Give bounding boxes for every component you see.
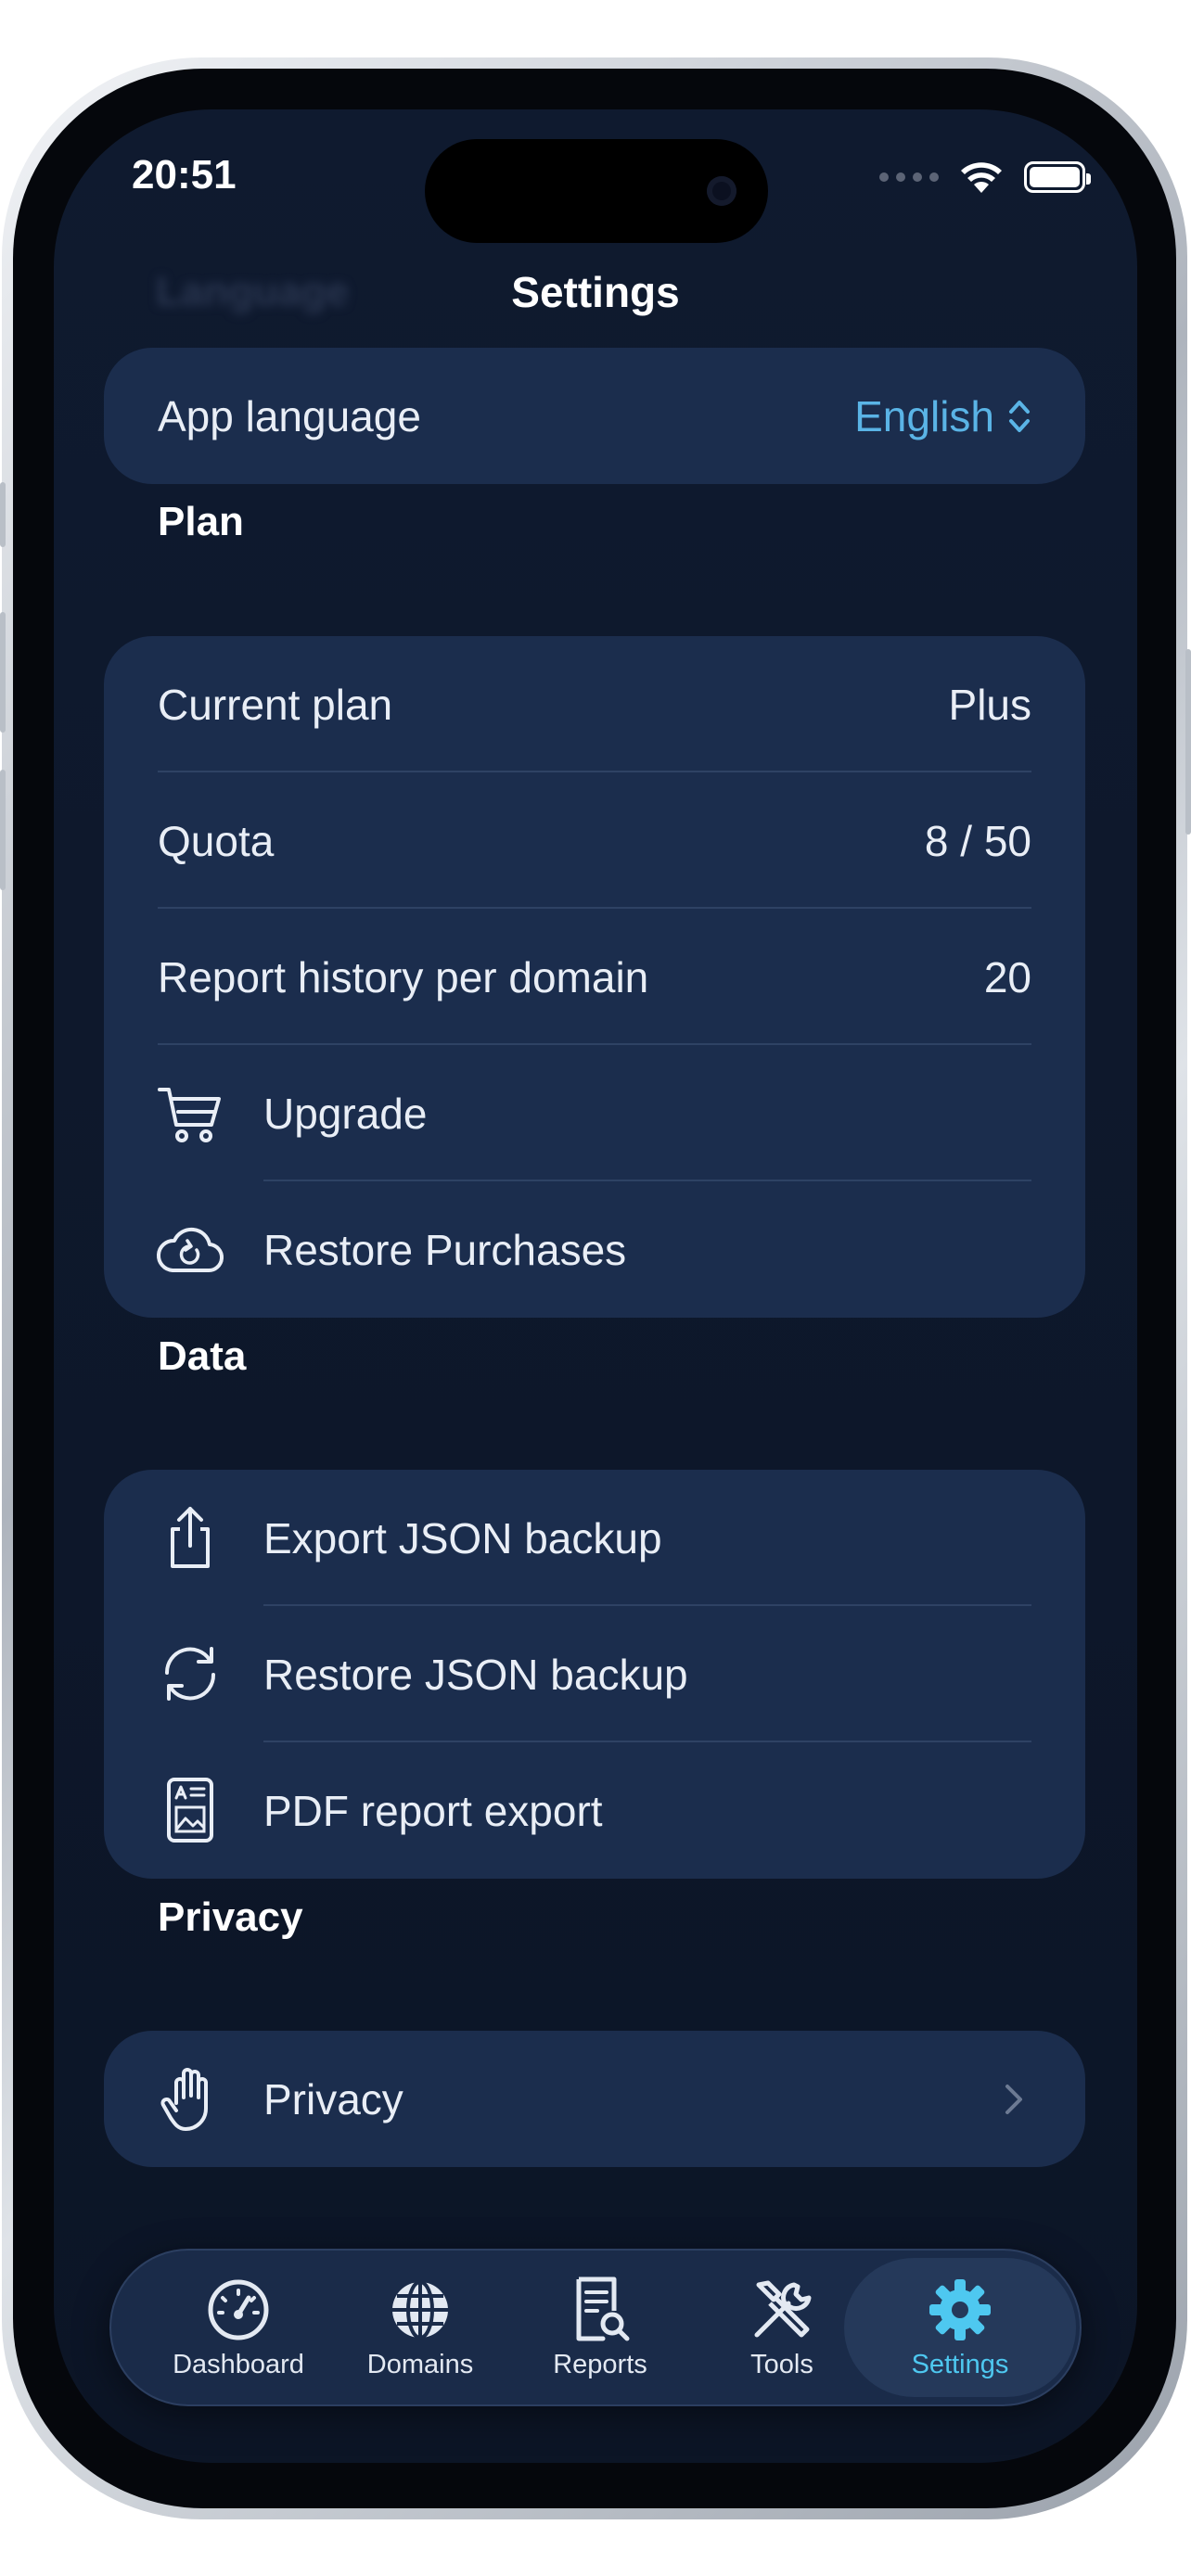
report-history-row: Report history per domain 20	[104, 909, 1085, 1045]
restore-purchases-button[interactable]: Restore Purchases	[104, 1181, 1085, 1318]
upgrade-button[interactable]: Upgrade	[104, 1045, 1085, 1181]
language-card: App language English	[104, 348, 1085, 484]
status-indicators	[879, 159, 1091, 195]
tab-label: Dashboard	[173, 2349, 304, 2379]
tab-label: Domains	[366, 2349, 474, 2379]
restore-json-button[interactable]: Restore JSON backup	[104, 1606, 1085, 1742]
privacy-row[interactable]: Privacy	[104, 2031, 1085, 2167]
wifi-icon	[961, 162, 1002, 193]
quota-label: Quota	[158, 816, 275, 865]
plan-section-heading: Plan	[158, 499, 244, 544]
status-time: 20:51	[132, 152, 237, 198]
tab-label: Reports	[553, 2349, 647, 2379]
sync-icon	[164, 1647, 216, 1701]
battery-icon	[1024, 161, 1091, 193]
share-export-icon	[171, 1507, 210, 1568]
cellular-signal-icon	[879, 172, 939, 182]
side-button	[0, 482, 6, 547]
privacy-section-heading: Privacy	[158, 1894, 303, 1940]
plan-card: Current plan Plus Quota 8 / 50 Report hi…	[104, 636, 1085, 1318]
tab-domains[interactable]: Domains	[332, 2251, 508, 2404]
side-button	[0, 612, 6, 733]
upgrade-label: Upgrade	[263, 1089, 428, 1138]
tab-reports[interactable]: Reports	[512, 2251, 688, 2404]
current-plan-label: Current plan	[158, 680, 393, 729]
hand-raised-icon	[160, 2068, 208, 2131]
quota-value: 8 / 50	[924, 816, 1031, 865]
report-search-icon	[576, 2276, 630, 2340]
side-button	[1185, 649, 1191, 835]
app-screen: 20:51 Language Settings App language Eng…	[54, 109, 1137, 2463]
cart-icon	[158, 1088, 221, 1142]
pdf-export-button[interactable]: PDF report export	[104, 1742, 1085, 1879]
export-json-button[interactable]: Export JSON backup	[104, 1470, 1085, 1606]
data-section-heading: Data	[158, 1333, 247, 1379]
app-language-row[interactable]: App language English	[104, 348, 1085, 484]
document-image-icon	[167, 1778, 213, 1843]
tab-settings[interactable]: Settings	[844, 2258, 1076, 2397]
tab-dashboard[interactable]: Dashboard	[150, 2251, 327, 2404]
tab-label: Tools	[750, 2349, 813, 2379]
restore-purchases-label: Restore Purchases	[263, 1225, 627, 1274]
language-value: English	[854, 391, 994, 440]
restore-json-label: Restore JSON backup	[263, 1650, 688, 1699]
report-history-label: Report history per domain	[158, 952, 649, 1001]
cloud-restore-icon	[157, 1227, 224, 1273]
tab-bar: Dashboard Domains Reports Tools Settings	[109, 2249, 1082, 2406]
tab-label: Settings	[911, 2349, 1009, 2379]
data-card: Export JSON backup Restore JSON backup P…	[104, 1470, 1085, 1879]
app-language-label: App language	[158, 391, 421, 440]
globe-icon	[392, 2279, 448, 2340]
tools-icon	[754, 2280, 812, 2337]
camera-icon	[707, 176, 736, 206]
side-button	[0, 770, 6, 890]
current-plan-value: Plus	[948, 680, 1031, 729]
report-history-value: 20	[983, 952, 1031, 1001]
chevron-right-icon	[1005, 2085, 1022, 2114]
gear-icon	[929, 2278, 991, 2340]
page-title: Settings	[511, 268, 680, 316]
chevron-up-down-icon	[1009, 400, 1030, 432]
language-picker[interactable]: English	[854, 391, 1031, 441]
pdf-export-label: PDF report export	[263, 1786, 603, 1835]
quota-row: Quota 8 / 50	[104, 772, 1085, 909]
privacy-card: Privacy	[104, 2031, 1085, 2167]
current-plan-row: Current plan Plus	[104, 636, 1085, 772]
export-json-label: Export JSON backup	[263, 1513, 662, 1562]
privacy-label: Privacy	[263, 2074, 403, 2123]
dynamic-island	[425, 139, 768, 243]
speedometer-icon	[208, 2279, 269, 2340]
